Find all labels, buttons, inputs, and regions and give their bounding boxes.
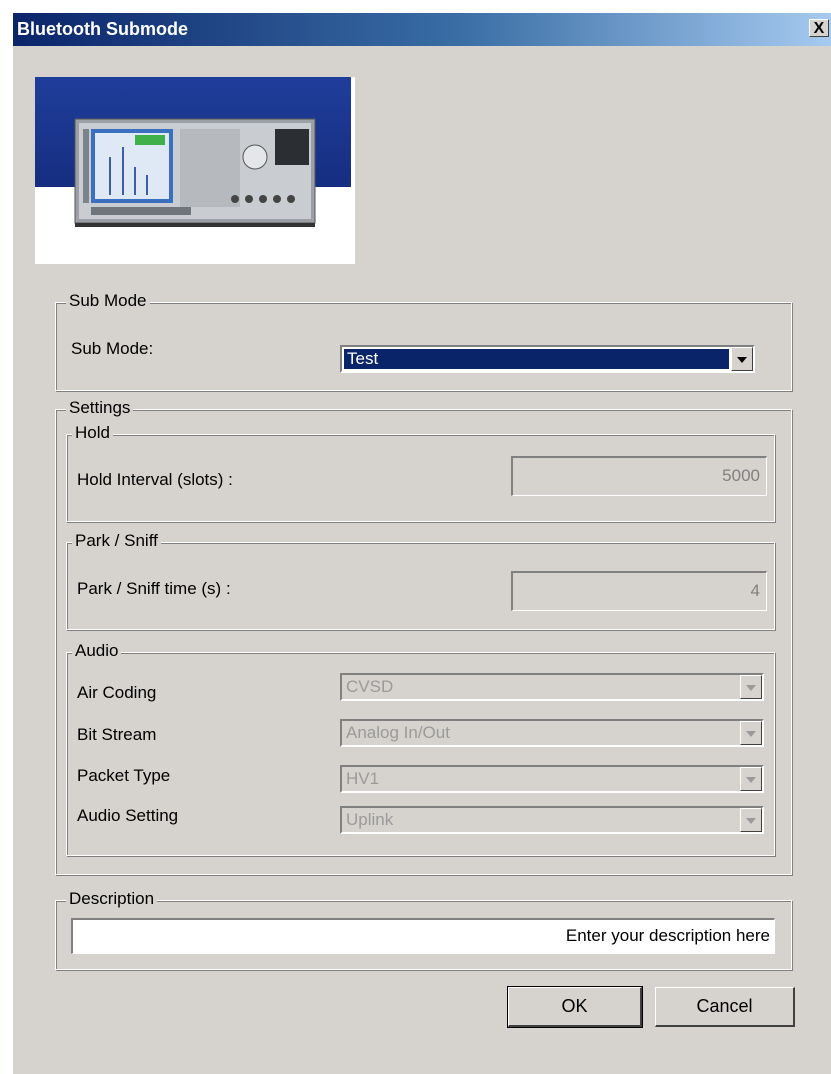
hold-interval-label: Hold Interval (slots) : <box>77 470 233 489</box>
packet-type-dropdown-button[interactable] <box>740 767 762 791</box>
park-sniff-group-title: Park / Sniff <box>72 531 161 551</box>
cancel-button[interactable]: Cancel <box>655 987 795 1027</box>
bit-stream-dropdown-button[interactable] <box>740 721 762 745</box>
audio-group-title: Audio <box>72 641 122 661</box>
hold-group-title: Hold <box>72 423 113 443</box>
air-coding-select[interactable]: CVSD <box>340 673 764 701</box>
packet-type-value: HV1 <box>346 769 380 788</box>
audio-setting-value: Uplink <box>346 810 394 829</box>
hold-group: Hold Hold Interval (slots) : 5000 <box>66 423 775 522</box>
air-coding-value: CVSD <box>346 677 394 696</box>
description-value: Enter your description here <box>565 926 770 945</box>
park-sniff-time-value: 4 <box>750 581 760 600</box>
sub-mode-group: Sub Mode Sub Mode: Test <box>55 291 792 391</box>
packet-type-select[interactable]: HV1 <box>340 765 764 793</box>
title-bar[interactable]: Bluetooth Submode X <box>13 13 831 46</box>
park-sniff-time-input: 4 <box>511 571 767 611</box>
hold-interval-input: 5000 <box>511 456 767 496</box>
description-group: Description Enter your description here <box>55 889 792 970</box>
chevron-down-icon <box>746 685 756 691</box>
sub-mode-dropdown-button[interactable] <box>731 347 753 371</box>
close-icon: X <box>813 20 825 37</box>
close-button[interactable]: X <box>809 19 829 37</box>
description-group-title: Description <box>66 889 158 909</box>
instrument-image <box>35 77 355 264</box>
sub-mode-select[interactable]: Test <box>340 345 755 373</box>
bluetooth-submode-dialog: Bluetooth Submode X Sub Mode Sub Mode: T… <box>13 13 831 1074</box>
hold-interval-value: 5000 <box>722 466 760 485</box>
chevron-down-icon <box>746 818 756 824</box>
chevron-down-icon <box>746 731 756 737</box>
audio-group: Audio Air Coding CVSD Bit Stream Analog … <box>66 641 775 856</box>
settings-group-title: Settings <box>66 398 134 418</box>
description-input[interactable]: Enter your description here <box>71 918 775 954</box>
chevron-down-icon <box>737 357 747 363</box>
settings-group: Settings Hold Hold Interval (slots) : 50… <box>55 398 792 875</box>
sub-mode-label: Sub Mode: <box>71 339 154 358</box>
air-coding-label: Air Coding <box>77 683 157 702</box>
sub-mode-group-title: Sub Mode <box>66 291 150 311</box>
packet-type-label: Packet Type <box>77 766 171 785</box>
bit-stream-select[interactable]: Analog In/Out <box>340 719 764 747</box>
bit-stream-value: Analog In/Out <box>346 723 450 742</box>
chevron-down-icon <box>746 777 756 783</box>
audio-setting-select[interactable]: Uplink <box>340 806 764 834</box>
air-coding-dropdown-button[interactable] <box>740 675 762 699</box>
sub-mode-value: Test <box>344 349 729 369</box>
audio-setting-dropdown-button[interactable] <box>740 808 762 832</box>
park-sniff-group: Park / Sniff Park / Sniff time (s) : 4 <box>66 531 775 630</box>
ok-button[interactable]: OK <box>507 986 643 1028</box>
audio-setting-label: Audio Setting <box>77 806 179 825</box>
park-sniff-time-label: Park / Sniff time (s) : <box>77 579 231 598</box>
window-title: Bluetooth Submode <box>17 19 188 39</box>
bit-stream-label: Bit Stream <box>77 725 157 744</box>
